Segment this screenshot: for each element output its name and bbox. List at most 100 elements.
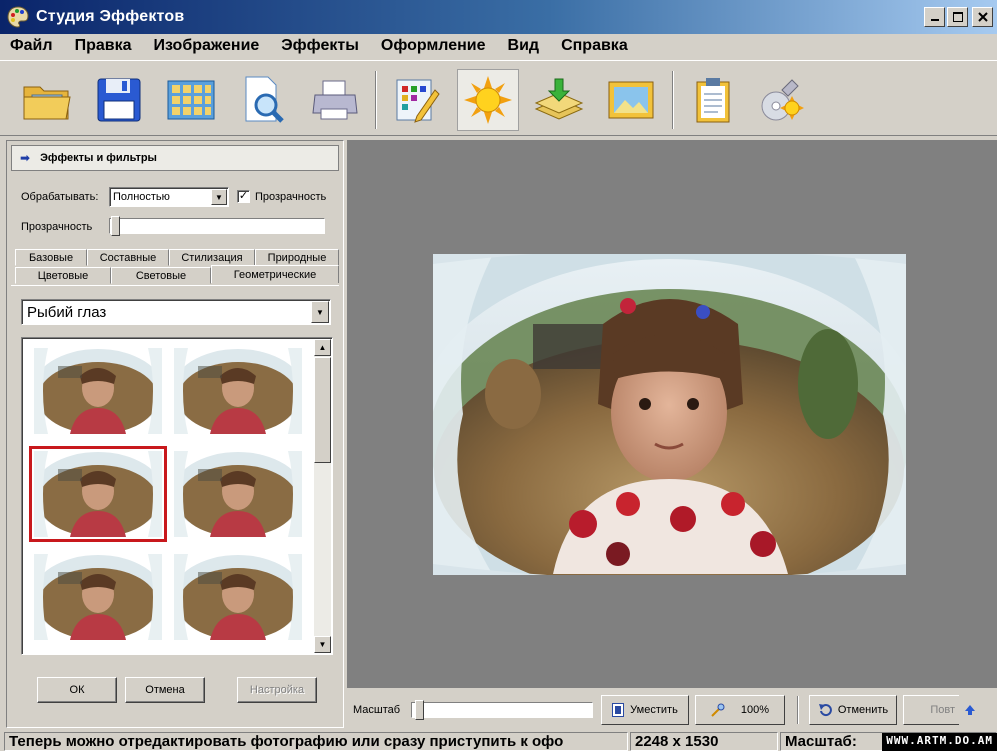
open-button[interactable] [16,69,78,131]
clipboard-button[interactable] [682,69,744,131]
effect-thumbnail[interactable] [174,554,302,640]
fit-page-icon [612,703,625,717]
effect-select[interactable]: Рыбий глаз ▼ [21,299,331,325]
effects-button[interactable] [457,69,519,131]
transparency-slider-thumb[interactable] [111,216,120,236]
menu-file[interactable]: Файл [10,37,53,55]
minimize-button[interactable] [924,7,945,27]
menu-view[interactable]: Вид [508,37,540,55]
save-button[interactable] [88,69,150,131]
effect-thumbnail[interactable] [174,451,302,537]
zoom-slider-thumb[interactable] [415,700,424,720]
status-bar: Теперь можно отредактировать фотографию … [0,731,997,751]
frame-button[interactable] [600,69,662,131]
disc-settings-button[interactable] [752,69,814,131]
scroll-up-icon[interactable]: ▲ [314,339,331,356]
fit-label: Уместить [630,704,678,716]
image-canvas[interactable] [347,140,997,688]
process-select[interactable]: Полностью ▼ [109,187,229,207]
close-icon [977,12,988,22]
menu-effects[interactable]: Эффекты [281,37,359,55]
fit-button[interactable]: Уместить [601,695,689,725]
edit-palette-icon [396,79,440,123]
effects-panel: ➡ Эффекты и фильтры Обрабатывать: Полнос… [6,140,344,728]
transparency-label: Прозрачность [21,221,93,233]
zoom-separator [797,696,799,724]
open-folder-icon [23,86,71,120]
effect-thumbnail[interactable] [174,348,302,434]
zoom-magic-icon [711,703,725,717]
tab-stylization[interactable]: Стилизация [169,249,255,266]
tab-natural[interactable]: Природные [255,249,339,266]
process-value: Полностью [113,191,170,203]
arrow-right-icon: ➡ [20,151,31,165]
save-floppy-icon [97,78,141,122]
import-button[interactable] [528,69,590,131]
preview-button[interactable] [232,69,294,131]
ok-button[interactable]: ОК [37,677,117,703]
effects-sun-icon [464,76,512,124]
minimize-icon [930,19,939,21]
zoom-label: Масштаб [353,704,401,716]
printer-icon [312,80,358,120]
toolbar [0,60,997,136]
tab-geometric[interactable]: Геометрические [211,265,339,283]
effect-value: Рыбий глаз [27,303,107,321]
menu-help[interactable]: Справка [561,37,628,55]
arrow-up-icon [965,705,975,715]
status-image-size: 2248 x 1530 [630,732,778,751]
effect-thumbnail-list: ▲ ▼ [21,337,333,655]
photo-preview[interactable] [433,254,906,575]
close-button[interactable] [972,7,993,27]
undo-label: Отменить [837,704,889,716]
zoom-bar: Масштаб Уместить 100% Отменить Повт [347,690,997,728]
scroll-down-icon[interactable]: ▼ [314,636,331,653]
panel-title: Эффекты и фильтры [40,152,157,164]
zoom-slider[interactable] [411,702,593,718]
thumbnail-scrollbar[interactable]: ▲ ▼ [314,339,331,653]
collapse-up-icon[interactable] [961,702,979,718]
scroll-thumb[interactable] [314,357,331,463]
watermark: WWW.ARTM.DO.AM [882,733,997,751]
maximize-button[interactable] [947,7,968,27]
panel-header[interactable]: ➡ Эффекты и фильтры [11,145,339,171]
settings-button[interactable]: Настройка [237,677,317,703]
process-label: Обрабатывать: [21,191,99,203]
effect-thumbnail[interactable] [34,554,162,640]
toolbar-separator-2 [672,71,674,129]
tab-color[interactable]: Цветовые [15,267,111,284]
maximize-icon [952,12,963,22]
chevron-down-icon[interactable]: ▼ [311,301,329,323]
menu-image[interactable]: Изображение [153,37,259,55]
window-title: Студия Эффектов [36,8,185,25]
zoom-100-label: 100% [740,704,770,716]
cancel-button[interactable]: Отмена [125,677,205,703]
redo-label: Повт [930,704,955,716]
clipboard-icon [696,78,730,123]
toolbar-separator [375,71,377,129]
effect-thumbnail[interactable] [34,348,162,434]
menu-edit[interactable]: Правка [75,37,132,55]
import-layers-icon [534,78,584,120]
transparency-checkbox[interactable]: ✓ [237,190,250,203]
menu-design[interactable]: Оформление [381,37,486,55]
effect-thumbnail-selected[interactable] [29,446,167,542]
disc-settings-icon [761,79,804,121]
chevron-down-icon[interactable]: ▼ [211,189,227,205]
undo-icon [818,704,832,717]
redo-button[interactable]: Повт [903,695,959,725]
status-message: Теперь можно отредактировать фотографию … [4,732,628,751]
tab-divider [11,285,339,286]
print-button[interactable] [304,69,366,131]
transparency-slider[interactable] [109,218,325,234]
undo-button[interactable]: Отменить [809,695,897,725]
tab-compound[interactable]: Составные [87,249,169,266]
title-bar: Студия Эффектов [0,0,997,34]
zoom-100-button[interactable]: 100% [695,695,785,725]
menu-bar: Файл Правка Изображение Эффекты Оформлен… [0,34,997,58]
tab-light[interactable]: Световые [111,267,211,284]
layout-button[interactable] [160,69,222,131]
edit-button[interactable] [386,69,448,131]
tab-basic[interactable]: Базовые [15,249,87,266]
grid-layout-icon [167,80,215,120]
